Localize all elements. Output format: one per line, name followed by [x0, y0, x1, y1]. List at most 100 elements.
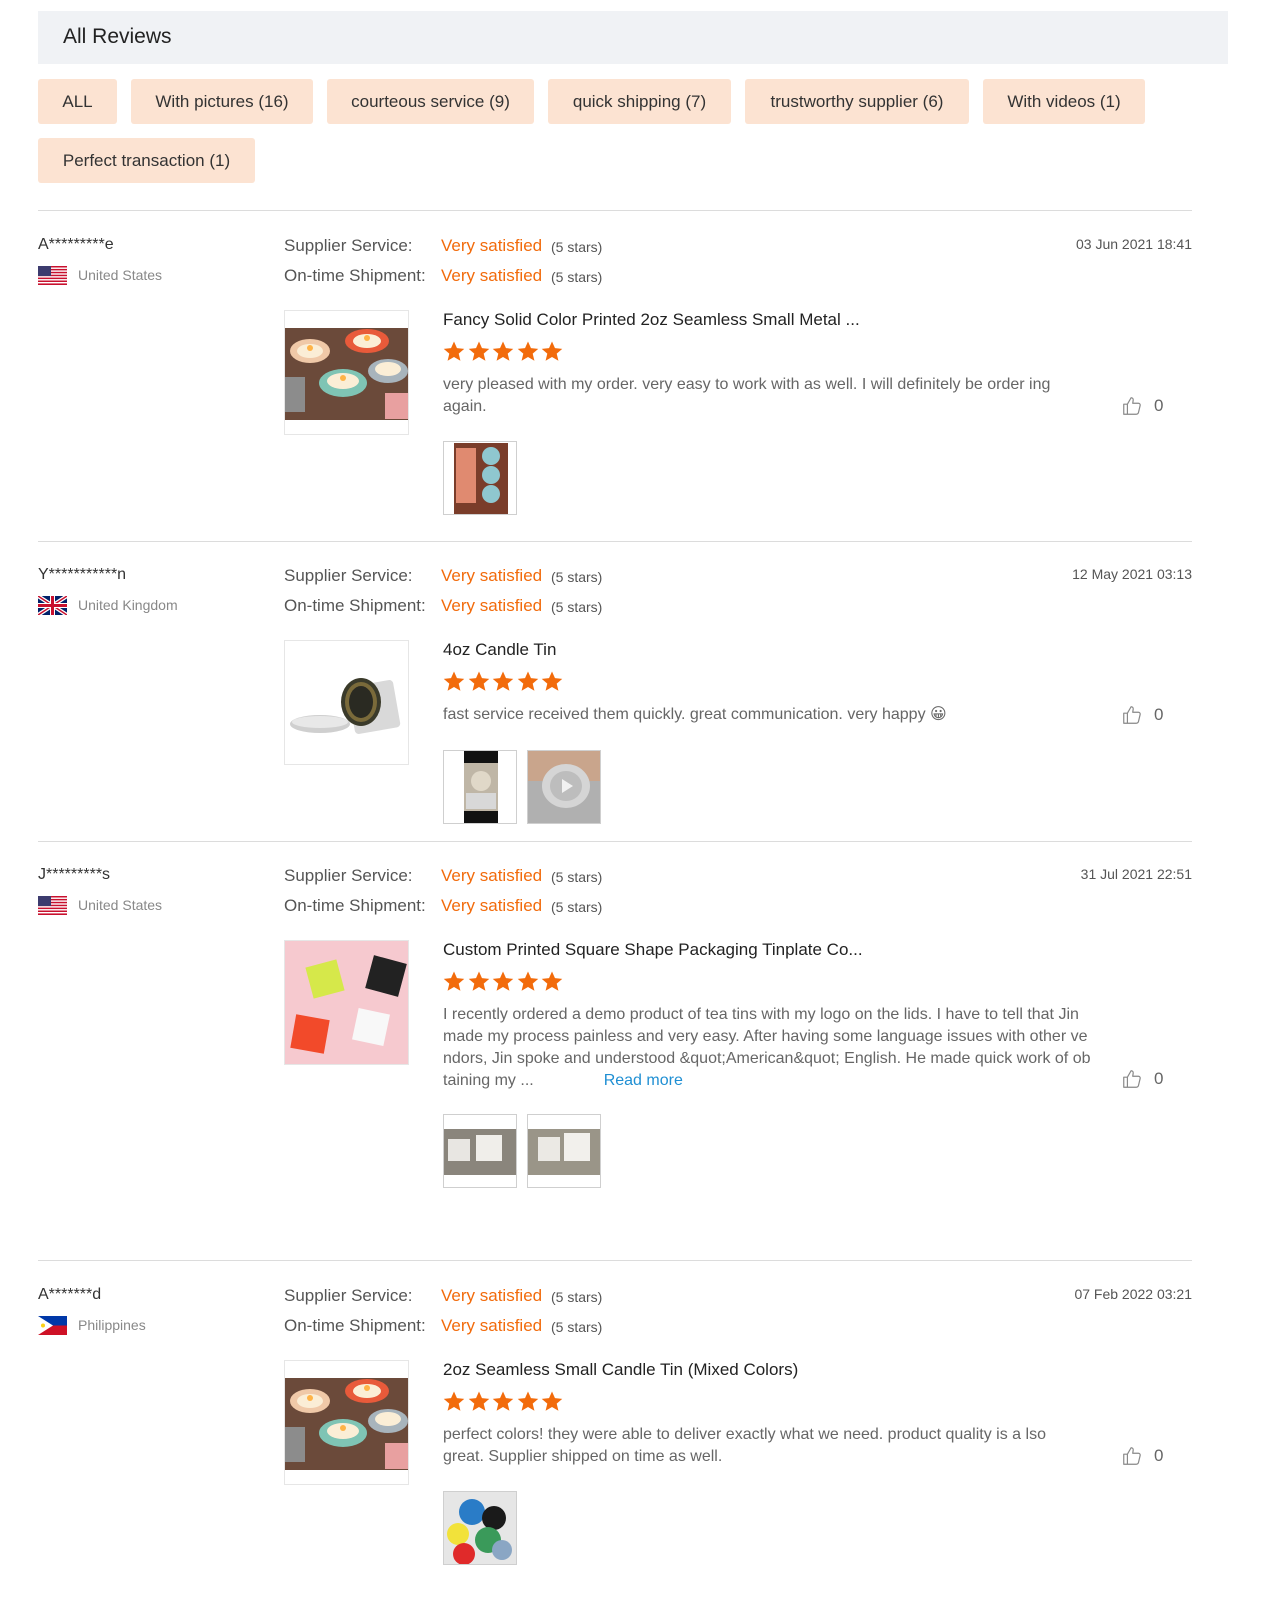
reviewer-country: United States [38, 264, 162, 286]
star-icon [516, 970, 540, 993]
filter-with-videos[interactable]: With videos (1) [983, 79, 1145, 124]
ontime-shipment-stars: (5 stars) [551, 599, 603, 615]
review-photo[interactable] [527, 1114, 601, 1188]
like-count: 0 [1154, 396, 1164, 415]
filter-with-pictures[interactable]: With pictures (16) [131, 79, 313, 124]
thumbs-up-icon [1121, 1068, 1143, 1090]
star-icon [540, 970, 564, 993]
ontime-shipment-stars: (5 stars) [551, 1319, 603, 1335]
review-card: J*********s United States Supplier Servi… [38, 866, 1198, 1246]
supplier-service-value: Very satisfied [441, 566, 543, 585]
review-photos [443, 750, 611, 824]
like-count: 0 [1154, 705, 1164, 724]
star-icon [491, 340, 515, 363]
star-icon [491, 970, 515, 993]
ontime-shipment-stars: (5 stars) [551, 899, 603, 915]
supplier-service-label: Supplier Service: [284, 566, 413, 585]
supplier-service-label: Supplier Service: [284, 236, 413, 255]
ontime-shipment-label: On-time Shipment: [284, 896, 426, 915]
star-icon [516, 670, 540, 693]
star-icon [442, 340, 466, 363]
star-icon [540, 1390, 564, 1413]
product-image[interactable] [284, 1360, 409, 1485]
star-icon [491, 1390, 515, 1413]
ontime-shipment-label: On-time Shipment: [284, 1316, 426, 1335]
like-button[interactable]: 0 [1121, 395, 1163, 417]
review-video-thumbnail[interactable] [443, 750, 517, 824]
star-icon [491, 670, 515, 693]
like-count: 0 [1154, 1446, 1164, 1465]
thumbs-up-icon [1121, 1445, 1143, 1467]
star-icon [442, 970, 466, 993]
like-button[interactable]: 0 [1121, 1445, 1163, 1467]
filter-courteous-service[interactable]: courteous service (9) [327, 79, 534, 124]
review-photos [443, 441, 527, 515]
star-icon [516, 1390, 540, 1413]
reviewer-country: United States [38, 894, 162, 916]
review-photo[interactable] [443, 1114, 517, 1188]
supplier-service-label: Supplier Service: [284, 866, 413, 885]
review-card: Y***********n United Kingdom Supplier Se… [38, 566, 1198, 836]
review-date: 31 Jul 2021 22:51 [1080, 866, 1192, 882]
review-date: 12 May 2021 03:13 [1072, 566, 1192, 582]
filter-all[interactable]: ALL [38, 79, 117, 124]
read-more-link[interactable]: Read more [604, 1072, 683, 1089]
thumbs-up-icon [1121, 704, 1143, 726]
country-name: Philippines [78, 1317, 146, 1333]
divider [38, 541, 1192, 542]
supplier-service-value: Very satisfied [441, 866, 543, 885]
star-icon [540, 670, 564, 693]
thumbs-up-icon [1121, 395, 1143, 417]
reviewer-name: A*******d [38, 1286, 102, 1303]
supplier-service-stars: (5 stars) [551, 1289, 603, 1305]
star-icon [516, 340, 540, 363]
review-photo[interactable] [443, 441, 517, 515]
review-text: perfect colors! they were able to delive… [443, 1426, 1046, 1465]
star-icon [467, 340, 491, 363]
product-image[interactable] [284, 640, 409, 765]
review-date: 03 Jun 2021 18:41 [1076, 236, 1192, 252]
supplier-service-label: Supplier Service: [284, 1286, 413, 1305]
uk-flag-icon [38, 596, 67, 615]
reviewer-country: United Kingdom [38, 594, 178, 616]
filter-trustworthy-supplier[interactable]: trustworthy supplier (6) [745, 79, 969, 124]
ontime-shipment-value: Very satisfied [441, 596, 543, 615]
filter-perfect-transaction[interactable]: Perfect transaction (1) [38, 138, 255, 183]
ontime-shipment-value: Very satisfied [441, 896, 543, 915]
review-text: fast service received them quickly. grea… [443, 706, 947, 723]
review-photo[interactable] [527, 750, 601, 824]
country-name: United Kingdom [78, 597, 178, 613]
supplier-service-value: Very satisfied [441, 1286, 543, 1305]
product-title[interactable]: Fancy Solid Color Printed 2oz Seamless S… [443, 310, 860, 330]
us-flag-icon [38, 266, 67, 285]
review-text: very pleased with my order. very easy to… [443, 376, 1051, 415]
divider [38, 210, 1192, 211]
ontime-shipment-value: Very satisfied [441, 1316, 543, 1335]
rating-stars [442, 340, 565, 363]
country-name: United States [78, 897, 163, 913]
ph-flag-icon [38, 1316, 67, 1335]
star-icon [467, 970, 491, 993]
ontime-shipment-value: Very satisfied [441, 266, 543, 285]
supplier-service-stars: (5 stars) [551, 569, 603, 585]
ontime-shipment-stars: (5 stars) [551, 269, 603, 285]
like-count: 0 [1154, 1069, 1164, 1088]
like-button[interactable]: 0 [1121, 704, 1163, 726]
product-title[interactable]: Custom Printed Square Shape Packaging Ti… [443, 940, 863, 960]
review-photos [443, 1114, 611, 1188]
rating-stars [442, 1390, 565, 1413]
country-name: United States [78, 267, 163, 283]
filter-quick-shipping[interactable]: quick shipping (7) [548, 79, 731, 124]
reviewer-name: A*********e [38, 236, 114, 253]
like-button[interactable]: 0 [1121, 1068, 1163, 1090]
product-image[interactable] [284, 310, 409, 435]
rating-stars [442, 670, 565, 693]
product-image[interactable] [284, 940, 409, 1065]
page-title: All Reviews [63, 25, 172, 48]
review-text: I recently ordered a demo product of tea… [443, 1004, 1123, 1092]
review-photo[interactable] [443, 1491, 517, 1565]
star-icon [467, 670, 491, 693]
supplier-service-stars: (5 stars) [551, 869, 603, 885]
product-title[interactable]: 2oz Seamless Small Candle Tin (Mixed Col… [443, 1360, 798, 1380]
product-title[interactable]: 4oz Candle Tin [443, 640, 556, 660]
